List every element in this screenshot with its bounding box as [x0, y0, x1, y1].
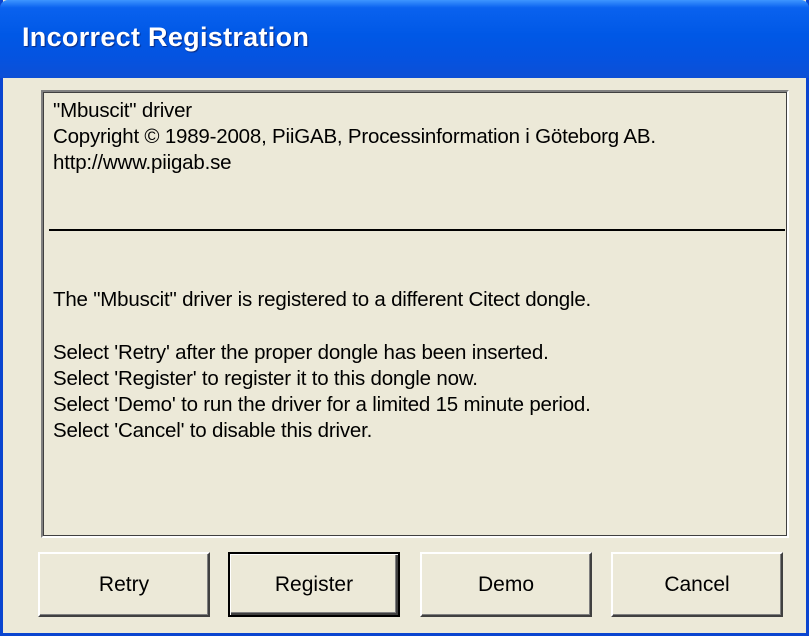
instruction-cancel: Select 'Cancel' to disable this driver. — [53, 419, 373, 442]
demo-button[interactable]: Demo — [420, 552, 592, 617]
driver-name-line: "Mbuscit" driver — [53, 99, 192, 122]
cancel-button[interactable]: Cancel — [611, 552, 783, 617]
message-panel: "Mbuscit" driver Copyright © 1989-2008, … — [41, 90, 789, 538]
status-message: The "Mbuscit" driver is registered to a … — [53, 288, 592, 311]
window-title: Incorrect Registration — [22, 22, 310, 52]
instruction-register: Select 'Register' to register it to this… — [53, 367, 478, 390]
separator-line — [49, 229, 785, 231]
register-button[interactable]: Register — [228, 552, 400, 617]
retry-button[interactable]: Retry — [38, 552, 210, 617]
instruction-demo: Select 'Demo' to run the driver for a li… — [53, 393, 591, 416]
website-line: http://www.piigab.se — [53, 151, 232, 174]
dialog-window: Incorrect Registration "Mbuscit" driver … — [0, 0, 809, 636]
instruction-retry: Select 'Retry' after the proper dongle h… — [53, 341, 549, 364]
title-bar[interactable]: Incorrect Registration — [0, 0, 809, 78]
copyright-line: Copyright © 1989-2008, PiiGAB, Processin… — [53, 125, 656, 148]
